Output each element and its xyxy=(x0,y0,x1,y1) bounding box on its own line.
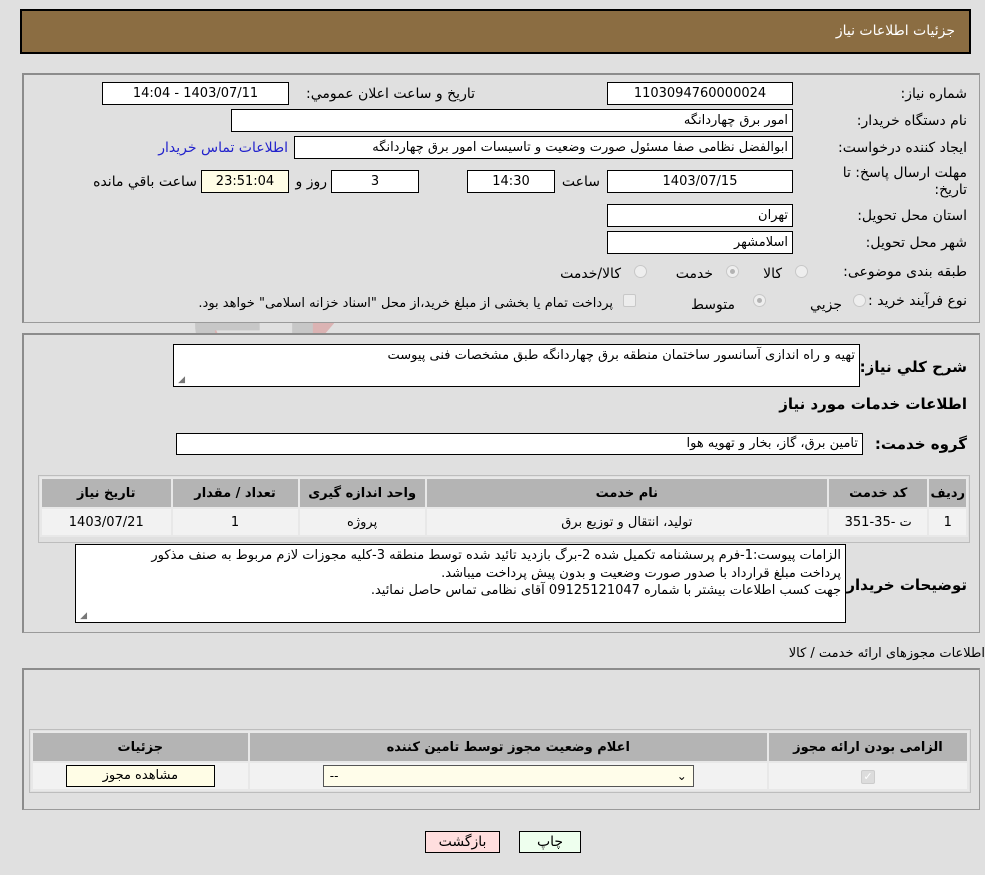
col-unit: واحد اندازه گیری xyxy=(297,477,427,509)
permits-table: الزامی بودن ارائه مجوز اعلام وضعیت مجوز … xyxy=(31,731,970,791)
buyer-contact-link[interactable]: اطلاعات تماس خریدار xyxy=(158,140,288,156)
deadline-time-field: 14:30 xyxy=(467,170,555,193)
service-group-label: گروه خدمت: xyxy=(874,435,967,453)
buyer-notes-label: توضیحات خریدار: xyxy=(840,576,967,594)
announce-label: تاریخ و ساعت اعلان عمومي: xyxy=(306,86,475,102)
cell-need-date: 1403/07/21 xyxy=(40,507,173,537)
service-group-field: تامین برق، گاز، بخار و تهویه هوا xyxy=(176,433,863,455)
treasury-note: پرداخت تمام یا بخشی از مبلغ خرید،از محل … xyxy=(198,296,613,311)
category-radio-goods[interactable] xyxy=(795,265,808,278)
category-option-service: خدمت xyxy=(675,266,713,282)
resize-grip-icon[interactable]: ◢ xyxy=(78,612,87,621)
remaining-time-field: 23:51:04 xyxy=(201,170,289,193)
resize-grip-icon[interactable]: ◢ xyxy=(176,376,185,385)
province-label: استان محل تحویل: xyxy=(857,208,967,224)
print-button[interactable]: چاپ xyxy=(519,831,581,853)
creator-label: ایجاد کننده درخواست: xyxy=(838,140,967,156)
cell-row: 1 xyxy=(927,507,968,537)
remaining-time-label: ساعت باقي مانده xyxy=(93,174,197,190)
permits-section-title: اطلاعات مجوزهای ارائه خدمت / کالا xyxy=(788,646,985,661)
permit-status-select[interactable]: -- ⌄ xyxy=(322,765,694,787)
page-header: جزئیات اطلاعات نیاز xyxy=(20,9,971,54)
page-title: جزئیات اطلاعات نیاز xyxy=(835,23,955,39)
treasury-checkbox[interactable] xyxy=(623,294,636,307)
category-radio-service[interactable] xyxy=(726,265,739,278)
description-textarea[interactable]: تهیه و راه اندازی آسانسور ساختمان منطقه … xyxy=(173,344,860,387)
services-table: ردیف کد خدمت نام خدمت واحد اندازه گیری ت… xyxy=(40,477,968,537)
col-quantity: تعداد / مقدار xyxy=(170,477,300,509)
col-service-code: کد خدمت xyxy=(826,477,930,509)
need-number-field: 1103094760000024 xyxy=(607,82,793,105)
buyer-notes-line: جهت کسب اطلاعات بیشتر با شماره 091251210… xyxy=(370,583,841,598)
back-button[interactable]: بازگشت xyxy=(425,831,500,853)
announce-datetime-field: 1403/07/11 - 14:04 xyxy=(102,82,289,105)
category-label: طبقه بندی موضوعی: xyxy=(843,264,967,280)
col-need-date: تاریخ نیاز xyxy=(40,477,173,509)
permit-status-value: -- xyxy=(329,769,339,783)
table-row: 1 ت -35-351 تولید، انتقال و توزیع برق پر… xyxy=(40,507,968,537)
category-option-goods: کالا xyxy=(763,266,782,282)
cell-permit-details: مشاهده مجوز xyxy=(31,761,250,791)
col-permit-required: الزامی بودن ارائه مجوز xyxy=(766,731,970,763)
process-option-minor: جزيي xyxy=(810,297,842,313)
cell-service-name: تولید، انتقال و توزیع برق xyxy=(424,507,829,537)
need-number-label: شماره نیاز: xyxy=(900,86,968,102)
col-permit-status: اعلام وضعیت مجوز توسط تامین کننده xyxy=(247,731,769,763)
cell-quantity: 1 xyxy=(170,507,300,537)
deadline-label: مهلت ارسال پاسخ: تا تاریخ: xyxy=(842,165,967,198)
col-permit-details: جزئیات xyxy=(31,731,250,763)
creator-field: ابوالفضل نظامی صفا مسئول صورت وضعیت و تا… xyxy=(294,136,793,159)
permit-required-checkbox[interactable]: ✓ xyxy=(860,769,875,784)
province-field: تهران xyxy=(607,204,793,227)
cell-permit-status: -- ⌄ xyxy=(247,761,769,791)
city-field: اسلامشهر xyxy=(607,231,793,254)
col-service-name: نام خدمت xyxy=(424,477,829,509)
city-label: شهر محل تحویل: xyxy=(865,235,967,251)
process-label: نوع فرآیند خرید : xyxy=(868,293,967,309)
col-row: ردیف xyxy=(927,477,968,509)
services-section-title: اطلاعات خدمات مورد نیاز xyxy=(779,395,967,413)
process-option-medium: متوسط xyxy=(691,297,735,313)
buyer-notes-line: الزامات پیوست:1-فرم پرسشنامه تکمیل شده 2… xyxy=(151,548,841,563)
buyer-org-label: نام دستگاه خریدار: xyxy=(856,113,967,129)
cell-permit-required: ✓ xyxy=(766,761,970,791)
process-radio-minor[interactable] xyxy=(853,294,866,307)
category-option-goods-service: کالا/خدمت xyxy=(560,266,621,282)
days-label: روز و xyxy=(295,174,328,190)
cell-unit: پروژه xyxy=(297,507,427,537)
chevron-down-icon: ⌄ xyxy=(676,769,687,783)
description-label: شرح کلي نیاز: xyxy=(859,358,967,376)
description-text: تهیه و راه اندازی آسانسور ساختمان منطقه … xyxy=(387,348,855,363)
view-permit-button[interactable]: مشاهده مجوز xyxy=(65,765,215,787)
days-remaining-field: 3 xyxy=(331,170,419,193)
buyer-notes-line: پرداخت مبلغ قرارداد با صدور صورت وضعیت و… xyxy=(441,565,841,581)
buyer-org-field: امور برق چهاردانگه xyxy=(231,109,793,132)
category-radio-goods-service[interactable] xyxy=(634,265,647,278)
cell-service-code: ت -35-351 xyxy=(826,507,930,537)
process-radio-medium[interactable] xyxy=(753,294,766,307)
deadline-date-field: 1403/07/15 xyxy=(607,170,793,193)
table-row: ✓ -- ⌄ مشاهده مجوز xyxy=(31,761,970,791)
deadline-time-label: ساعت xyxy=(561,174,600,190)
buyer-notes-textarea[interactable]: الزامات پیوست:1-فرم پرسشنامه تکمیل شده 2… xyxy=(75,544,846,623)
